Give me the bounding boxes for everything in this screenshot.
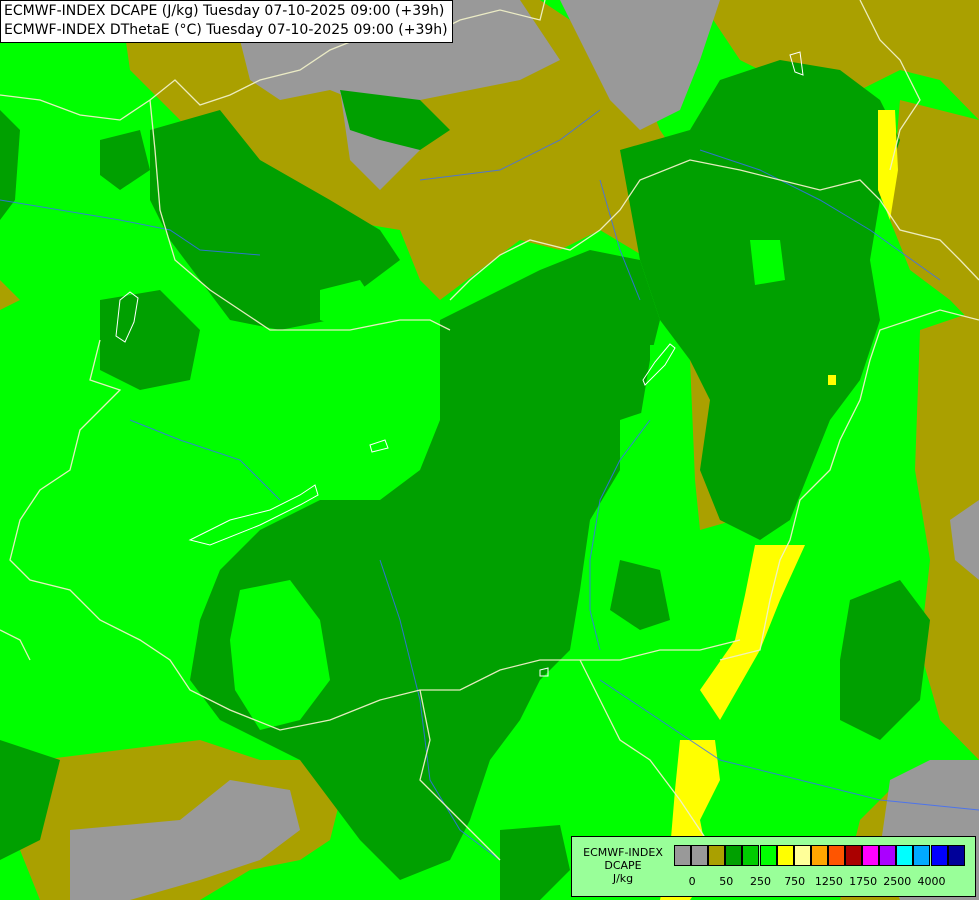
legend-tick-label: 250	[750, 875, 771, 888]
legend-tick-label: 1250	[814, 875, 843, 888]
legend-title-variable: DCAPE	[604, 859, 642, 872]
legend-tick-label: 0	[688, 875, 696, 888]
legend-swatch	[845, 845, 862, 866]
dcape-map	[0, 0, 979, 900]
legend-tick-label: 750	[784, 875, 806, 888]
legend-swatch	[708, 845, 726, 866]
legend-swatch	[759, 845, 777, 866]
header-line-dthetae: ECMWF-INDEX DThetaE (°C) Tuesday 07-10-2…	[4, 22, 448, 38]
legend-swatch	[742, 845, 760, 866]
legend-swatch	[691, 845, 709, 866]
legend-title-unit: J/kg	[612, 872, 634, 885]
legend-swatch	[793, 845, 811, 866]
legend-swatch	[930, 845, 948, 866]
legend-swatch	[947, 845, 965, 866]
legend-tick-label: 2500	[883, 875, 912, 888]
legend-tick-label: 1750	[849, 875, 878, 888]
legend-swatch	[776, 845, 794, 866]
legend-swatch	[862, 845, 880, 866]
legend-title-source: ECMWF-INDEX	[583, 846, 663, 859]
header-line-dcape: ECMWF-INDEX DCAPE (J/kg) Tuesday 07-10-2…	[4, 3, 445, 19]
legend-swatch	[810, 845, 828, 866]
legend-swatch	[674, 845, 691, 866]
map-header: ECMWF-INDEX DCAPE (J/kg) Tuesday 07-10-2…	[0, 0, 453, 43]
legend-tick-label: 50	[719, 875, 734, 888]
legend-swatch	[827, 845, 845, 866]
legend-swatch	[879, 845, 897, 866]
legend-swatch	[896, 845, 914, 866]
legend-tick-label: 4000	[917, 875, 946, 888]
color-legend: ECMWF-INDEX DCAPE J/kg 0 50 250 750 1250 1750…	[571, 836, 976, 897]
legend-title: ECMWF-INDEX DCAPE J/kg	[574, 846, 672, 885]
legend-swatch	[725, 845, 743, 866]
legend-swatch	[913, 845, 931, 866]
